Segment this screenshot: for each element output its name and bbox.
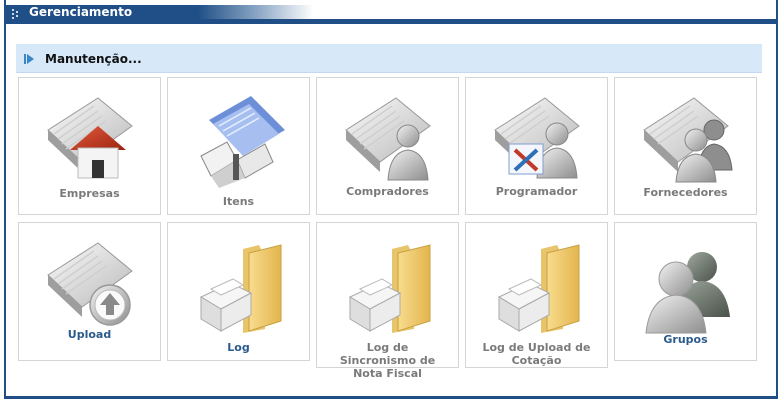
empresas-icon bbox=[46, 97, 133, 179]
log-upload-folder-icon bbox=[497, 244, 579, 333]
tile-label: Log bbox=[227, 341, 250, 354]
tile-grupos[interactable]: Grupos bbox=[614, 222, 757, 361]
log-folder-icon bbox=[199, 244, 281, 333]
log-sync-folder-icon bbox=[348, 244, 430, 333]
tile-label: Log de Upload de Cotação bbox=[482, 341, 591, 367]
tile-label: Empresas bbox=[59, 187, 120, 200]
tile-programador[interactable]: Programador bbox=[465, 77, 608, 215]
play-arrow-icon bbox=[24, 54, 34, 64]
fornecedores-icon bbox=[642, 97, 733, 183]
section-title: Manutenção... bbox=[45, 52, 142, 66]
tile-log-sincronismo[interactable]: Log de Sincronismo de Nota Fiscal bbox=[316, 222, 459, 380]
tile-compradores[interactable]: Compradores bbox=[316, 77, 459, 215]
tile-itens[interactable]: Itens bbox=[167, 77, 310, 215]
compradores-icon bbox=[344, 97, 431, 181]
programador-icon bbox=[493, 97, 580, 179]
tile-label: Programador bbox=[495, 185, 578, 198]
upload-icon bbox=[46, 242, 133, 326]
grupos-icon bbox=[644, 252, 730, 334]
tile-log[interactable]: Log bbox=[167, 222, 310, 361]
tile-fornecedores[interactable]: Fornecedores bbox=[614, 77, 757, 215]
tile-label: Compradores bbox=[346, 185, 429, 198]
tile-label: Grupos bbox=[663, 333, 708, 346]
panel-bottom-border bbox=[4, 396, 778, 399]
tile-label: Fornecedores bbox=[643, 186, 728, 199]
tile-log-upload-cotacao[interactable]: Log de Upload de Cotação bbox=[465, 222, 608, 368]
tile-label: Log de Sincronismo de Nota Fiscal bbox=[339, 341, 436, 380]
tile-label: Upload bbox=[67, 328, 112, 341]
tile-upload[interactable]: Upload bbox=[18, 222, 161, 361]
itens-icon bbox=[199, 96, 285, 188]
tile-empresas[interactable]: Empresas bbox=[18, 77, 161, 215]
tile-label: Itens bbox=[222, 195, 255, 208]
